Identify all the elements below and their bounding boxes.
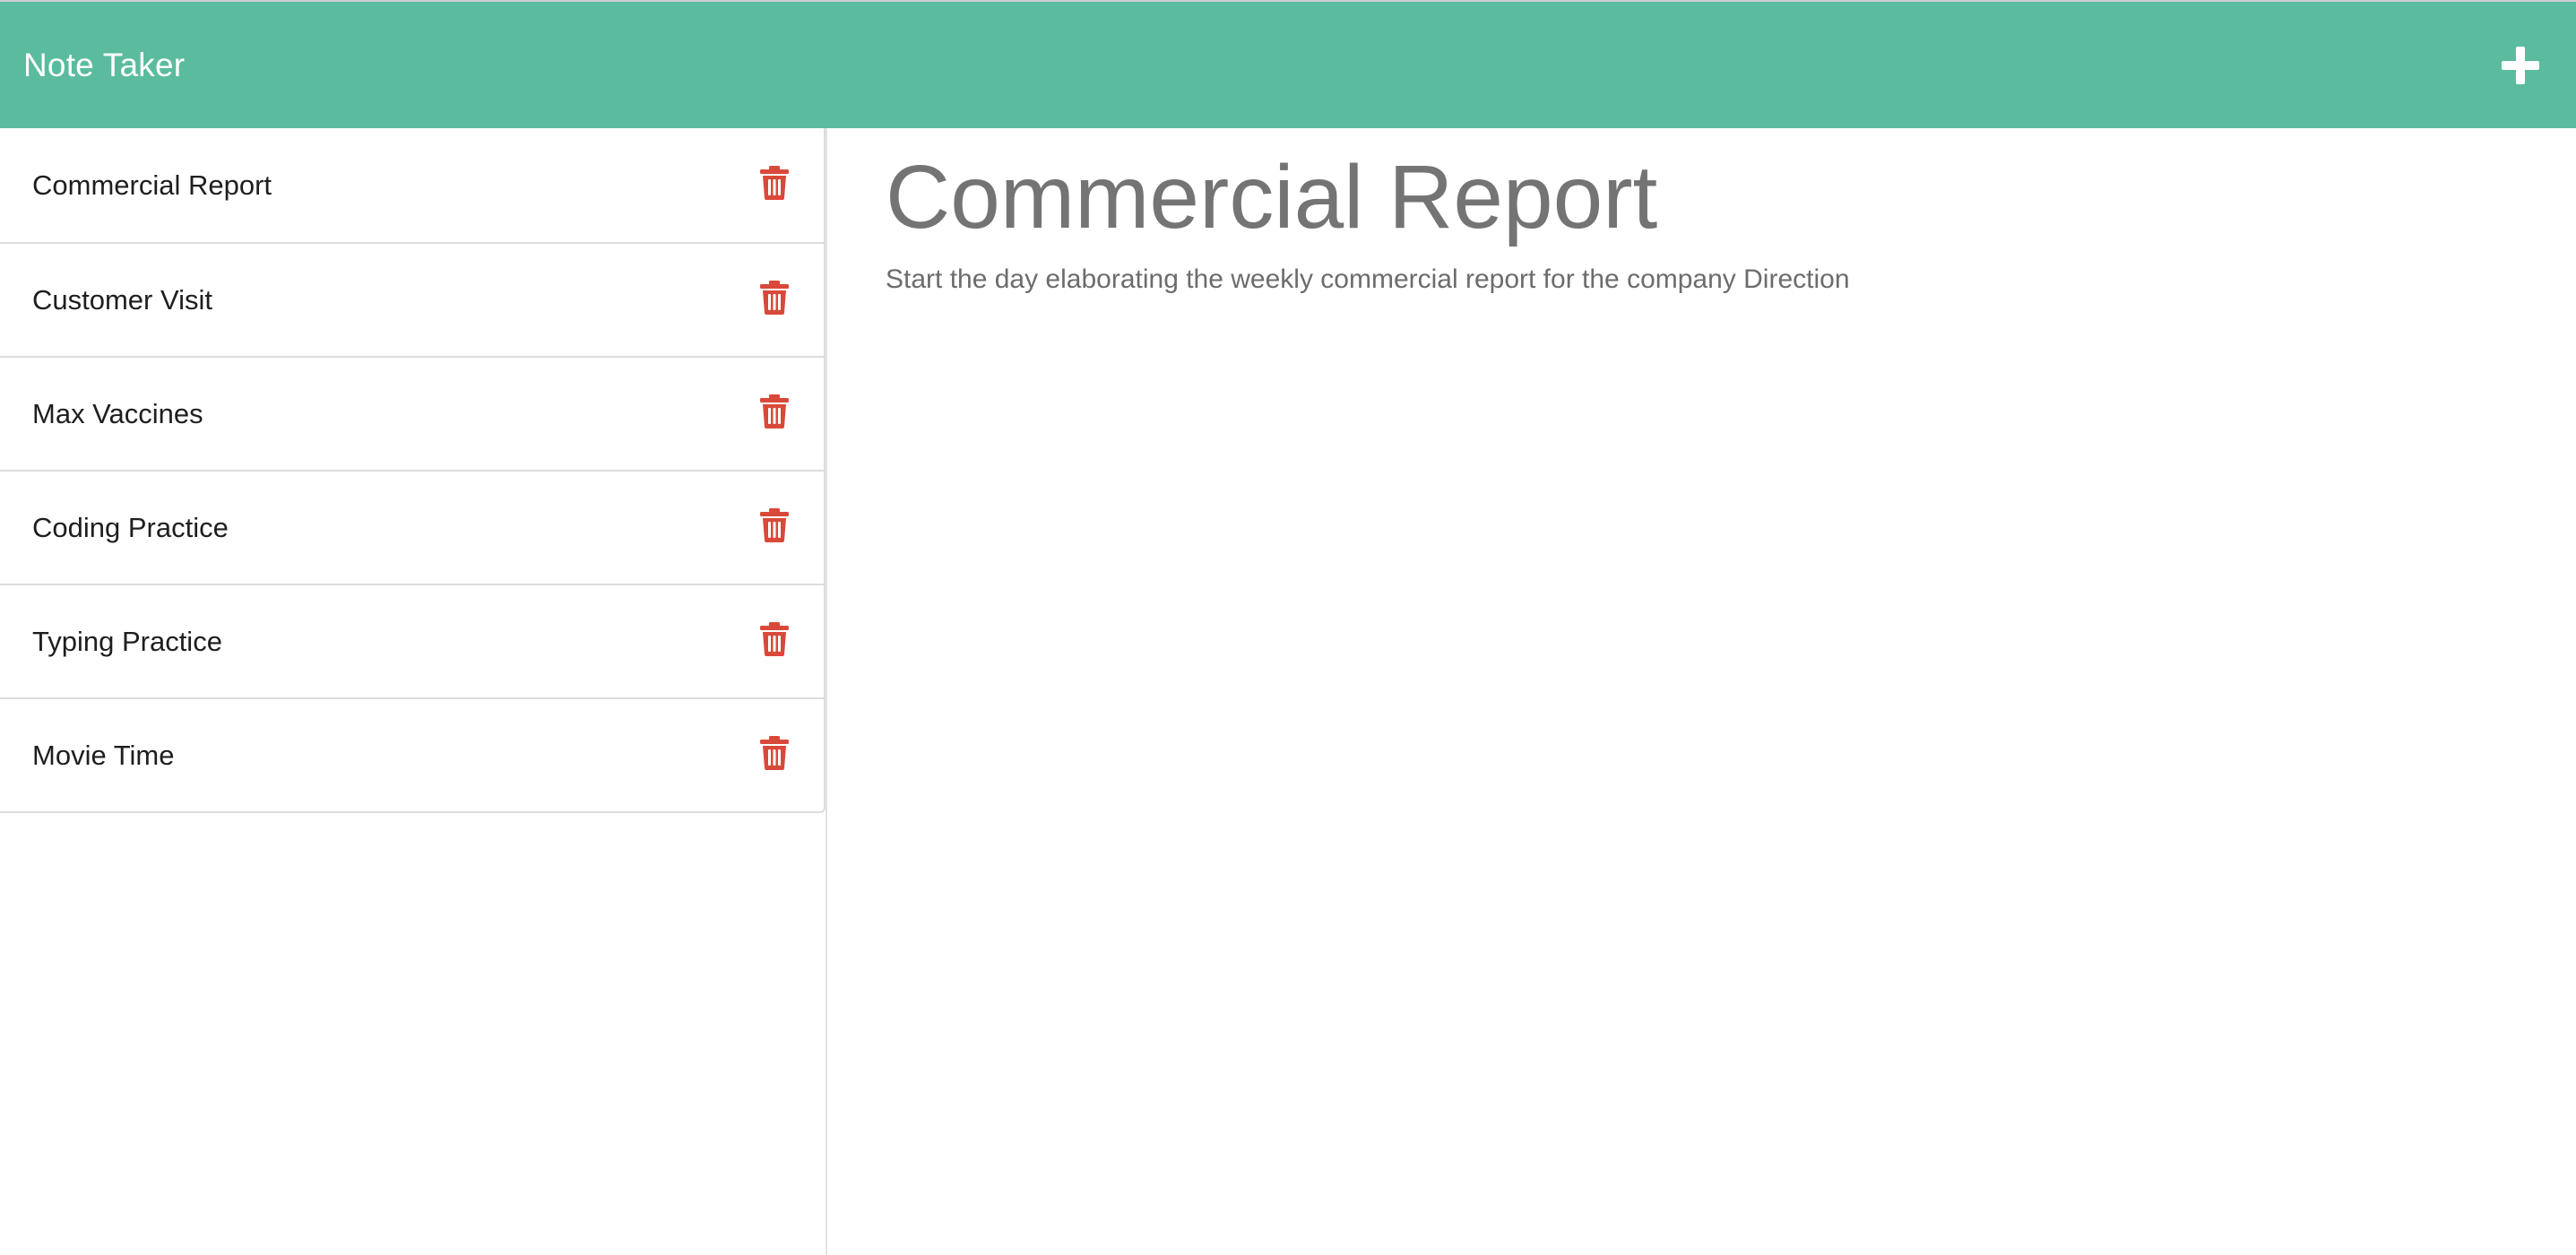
note-item-label: Typing Practice [32, 625, 222, 657]
note-view: Commercial Report Start the day elaborat… [829, 128, 2576, 1255]
navbar: Note Taker [0, 0, 2576, 128]
trash-icon [760, 507, 789, 542]
note-item-label: Commercial Report [32, 169, 272, 201]
note-title[interactable]: Commercial Report [886, 148, 2576, 247]
note-list: Commercial Report Customer Visit Max Vac… [0, 128, 826, 813]
note-item-label: Coding Practice [32, 511, 229, 543]
note-item-movie-time[interactable]: Movie Time [0, 697, 824, 811]
delete-note-button[interactable] [759, 735, 790, 771]
trash-icon [760, 165, 789, 200]
note-item-typing-practice[interactable]: Typing Practice [0, 584, 824, 697]
note-item-commercial-report[interactable]: Commercial Report [0, 128, 824, 242]
note-item-label: Movie Time [32, 739, 175, 771]
delete-note-button[interactable] [759, 165, 790, 201]
note-item-customer-visit[interactable]: Customer Visit [0, 242, 824, 356]
delete-note-button[interactable] [759, 507, 790, 543]
delete-note-button[interactable] [759, 280, 790, 316]
trash-icon [760, 621, 789, 656]
plus-icon [2502, 46, 2539, 84]
delete-note-button[interactable] [759, 394, 790, 429]
note-item-max-vaccines[interactable]: Max Vaccines [0, 356, 824, 470]
trash-icon [760, 735, 789, 770]
note-item-label: Customer Visit [32, 283, 212, 316]
note-text[interactable]: Start the day elaborating the weekly com… [886, 264, 2576, 295]
note-item-coding-practice[interactable]: Coding Practice [0, 470, 824, 584]
trash-icon [760, 280, 789, 315]
trash-icon [760, 394, 789, 428]
note-item-label: Max Vaccines [32, 397, 203, 429]
delete-note-button[interactable] [759, 621, 790, 657]
app-title: Note Taker [23, 46, 186, 83]
sidebar: Commercial Report Customer Visit Max Vac… [0, 128, 827, 1255]
new-note-button[interactable] [2494, 39, 2547, 92]
